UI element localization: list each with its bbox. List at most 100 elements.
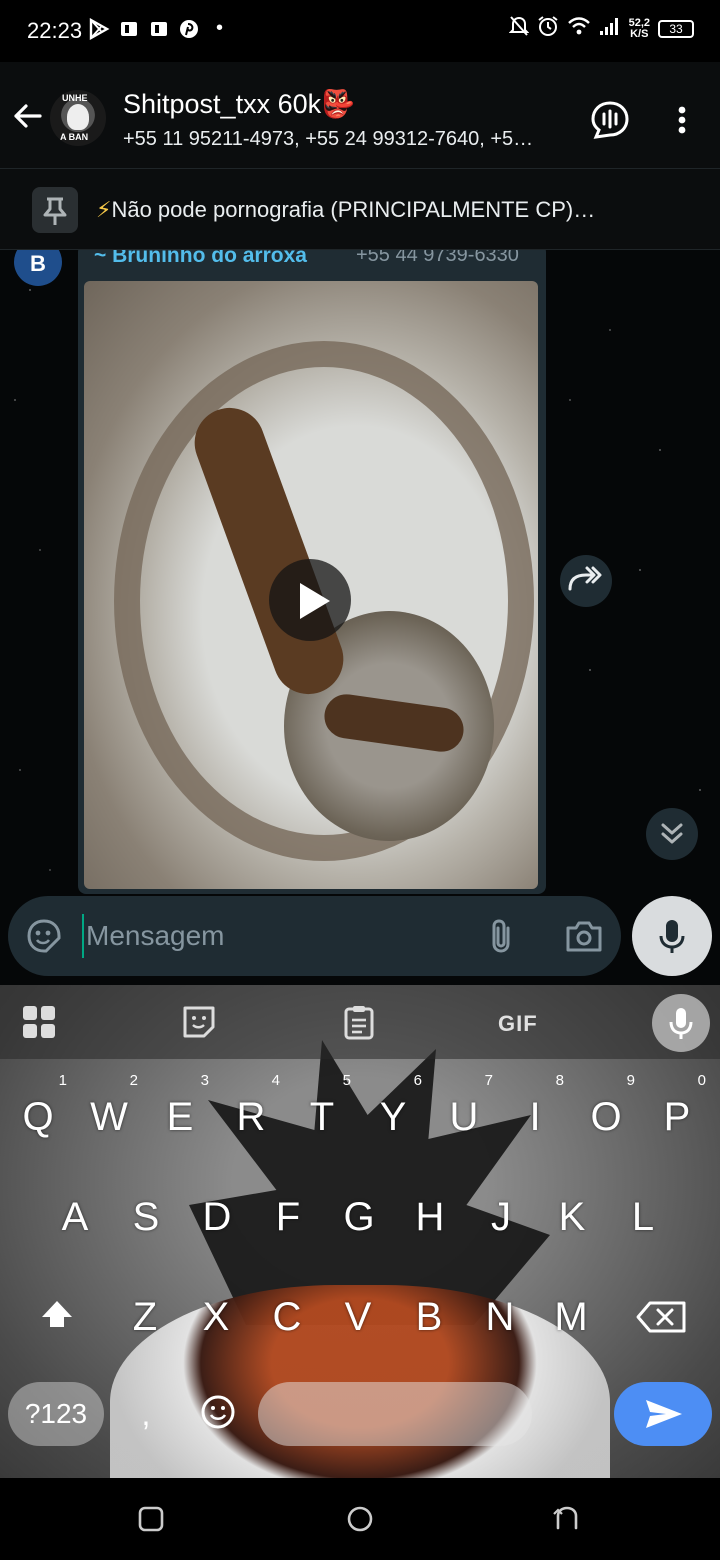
key-g[interactable]: G xyxy=(324,1177,394,1257)
key-q[interactable]: Q1 xyxy=(3,1072,73,1157)
forward-icon xyxy=(568,566,602,591)
sender-avatar[interactable]: B xyxy=(14,250,62,286)
pinned-message-bar[interactable]: ⚡Não pode pornografia (PRINCIPALMENTE CP… xyxy=(0,168,720,250)
arrow-left-icon xyxy=(14,104,42,128)
system-icons: 52,2 K/S 33 xyxy=(508,15,694,42)
home-button[interactable] xyxy=(345,1504,375,1534)
key-c[interactable]: C xyxy=(252,1277,322,1357)
mute-icon xyxy=(508,15,529,42)
key-w[interactable]: W2 xyxy=(74,1072,144,1157)
group-avatar[interactable]: UNHE A BAN xyxy=(50,90,106,146)
double-chevron-down-icon xyxy=(661,823,683,844)
key-y[interactable]: Y6 xyxy=(358,1072,428,1157)
key-i[interactable]: I8 xyxy=(500,1072,570,1157)
key-j[interactable]: J xyxy=(466,1177,536,1257)
sender-name[interactable]: ~ Bruninho do arroxa xyxy=(94,250,307,268)
navigation-bar xyxy=(0,1478,720,1560)
message-bubble[interactable]: ~ Bruninho do arroxa +55 44 9739-6330 xyxy=(78,250,546,894)
apps-grid-button[interactable] xyxy=(20,1003,58,1041)
send-arrow-icon xyxy=(646,1400,682,1428)
signal-icon xyxy=(599,16,621,41)
keyboard-toolbar: GIF xyxy=(0,985,720,1059)
kebab-menu-icon xyxy=(678,106,686,134)
backspace-icon xyxy=(636,1301,686,1333)
key-l[interactable]: L xyxy=(608,1177,678,1257)
key-label: O xyxy=(590,1095,622,1139)
keyboard-voice-button[interactable] xyxy=(652,994,710,1052)
key-h[interactable]: H xyxy=(395,1177,465,1257)
key-hint: 4 xyxy=(271,1072,280,1089)
key-s[interactable]: S xyxy=(111,1177,181,1257)
skull-icon xyxy=(67,104,89,130)
voice-chat-button[interactable] xyxy=(590,100,630,140)
microphone-icon xyxy=(659,920,685,953)
shift-arrow-icon xyxy=(42,1301,72,1327)
key-hint: 8 xyxy=(555,1072,564,1089)
key-n[interactable]: N xyxy=(465,1277,535,1357)
message-composer xyxy=(8,896,621,976)
notification-icons: • xyxy=(88,17,223,40)
clipboard-icon xyxy=(344,1006,374,1040)
voice-message-button[interactable] xyxy=(632,896,712,976)
status-time: 22:23 xyxy=(27,18,83,43)
sticker-emoji-icon xyxy=(27,919,61,953)
symbols-key[interactable]: ?123 xyxy=(8,1382,104,1446)
key-u[interactable]: U7 xyxy=(429,1072,499,1157)
emoji-key[interactable] xyxy=(188,1382,248,1446)
message-input[interactable] xyxy=(82,914,462,958)
video-thumbnail[interactable] xyxy=(84,281,538,889)
key-d[interactable]: D xyxy=(182,1177,252,1257)
forward-button[interactable] xyxy=(560,555,612,607)
key-b[interactable]: B xyxy=(394,1277,464,1357)
key-v[interactable]: V xyxy=(323,1277,393,1357)
clipboard-button[interactable] xyxy=(340,1003,378,1041)
key-m[interactable]: M xyxy=(536,1277,606,1357)
pinned-message-text: ⚡Não pode pornografia (PRINCIPALMENTE CP… xyxy=(96,197,656,223)
key-z[interactable]: Z xyxy=(110,1277,180,1357)
shift-key[interactable] xyxy=(22,1277,92,1357)
key-label: T xyxy=(309,1095,335,1139)
key-k[interactable]: K xyxy=(537,1177,607,1257)
pinned-thumbnail xyxy=(32,187,78,233)
key-hint: 1 xyxy=(58,1072,67,1089)
chat-header: UNHE A BAN Shitpost_txx 60k👺 +55 11 9521… xyxy=(0,62,720,168)
camera-icon xyxy=(566,921,602,952)
group-members[interactable]: +55 11 95211-4973, +55 24 99312-7640, +5… xyxy=(123,128,568,151)
key-o[interactable]: O9 xyxy=(571,1072,641,1157)
sticker-button[interactable] xyxy=(180,1003,218,1041)
sender-phone: +55 44 9739-6330 xyxy=(356,250,519,266)
back-arch-icon xyxy=(553,1506,578,1530)
chat-area[interactable]: B ~ Bruninho do arroxa +55 44 9739-6330 xyxy=(0,250,720,985)
play-icon xyxy=(300,583,330,619)
lightning-icon: ⚡ xyxy=(96,197,112,222)
back-button[interactable] xyxy=(10,98,46,134)
space-key[interactable] xyxy=(258,1382,532,1446)
pinterest-icon xyxy=(178,18,200,40)
scroll-to-bottom-button[interactable] xyxy=(646,808,698,860)
group-name[interactable]: Shitpost_txx 60k👺 xyxy=(123,88,355,120)
circle-icon xyxy=(347,1506,373,1532)
backspace-key[interactable] xyxy=(626,1277,698,1357)
key-a[interactable]: A xyxy=(40,1177,110,1257)
key-f[interactable]: F xyxy=(253,1177,323,1257)
recents-button[interactable] xyxy=(136,1504,166,1534)
camera-button[interactable] xyxy=(564,918,604,954)
keyboard-send-key[interactable] xyxy=(614,1382,712,1446)
more-notifications-dot: • xyxy=(216,17,224,39)
gif-button[interactable]: GIF xyxy=(498,1011,538,1037)
key-r[interactable]: R4 xyxy=(216,1072,286,1157)
attach-button[interactable] xyxy=(484,918,520,954)
key-p[interactable]: P0 xyxy=(642,1072,712,1157)
key-hint: 6 xyxy=(413,1072,422,1089)
key-e[interactable]: E3 xyxy=(145,1072,215,1157)
key-label: U xyxy=(449,1095,479,1139)
play-button[interactable] xyxy=(269,559,351,641)
emoji-button[interactable] xyxy=(26,918,62,954)
keyboard: GIF Q1 W2 E3 R4 T5 Y6 U7 I8 O9 P0 A S D … xyxy=(0,985,720,1478)
avatar-text-bottom: A BAN xyxy=(60,132,89,142)
key-x[interactable]: X xyxy=(181,1277,251,1357)
more-options-button[interactable] xyxy=(668,102,696,138)
comma-key[interactable]: , xyxy=(126,1382,166,1446)
key-t[interactable]: T5 xyxy=(287,1072,357,1157)
back-nav-button[interactable] xyxy=(552,1504,582,1534)
